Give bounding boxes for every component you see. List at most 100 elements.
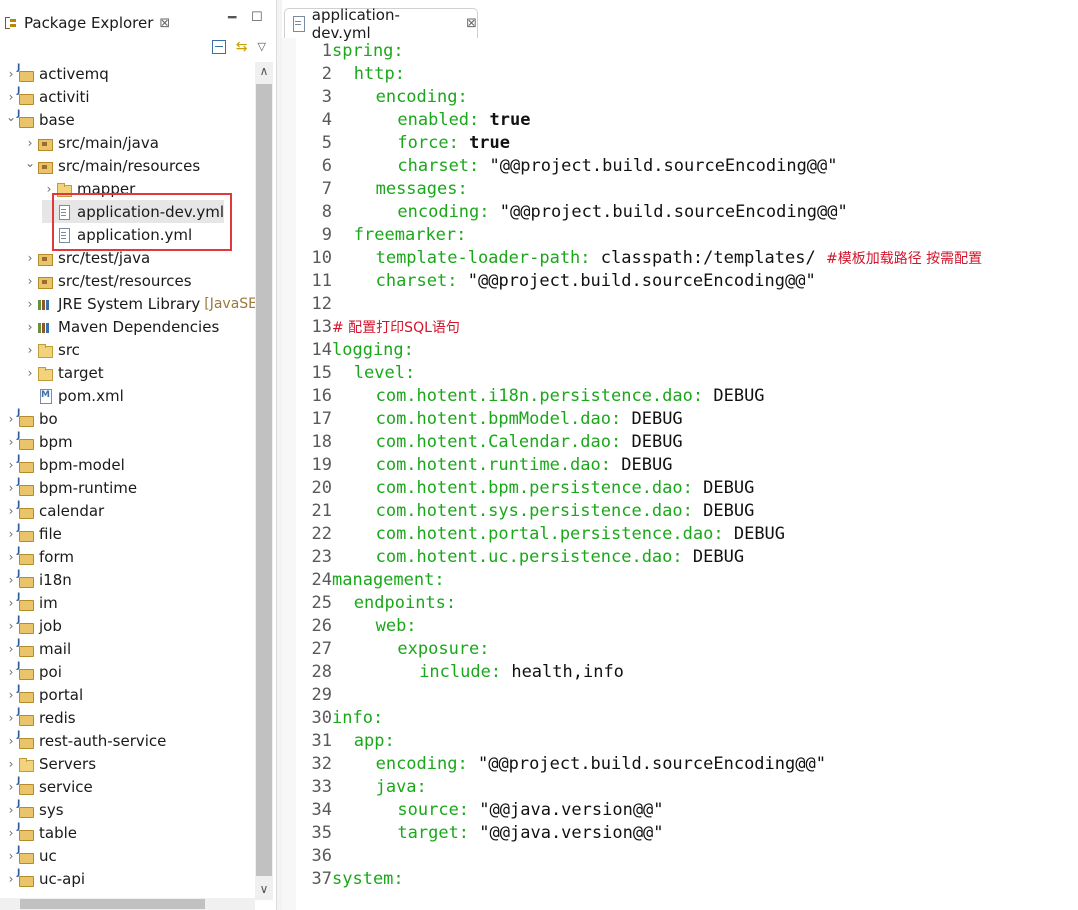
- code-line: 24management:: [296, 569, 445, 592]
- collapse-all-icon[interactable]: [211, 40, 226, 54]
- chevron-right-icon[interactable]: ›: [4, 596, 18, 610]
- tree-item[interactable]: › im: [4, 591, 58, 614]
- tree-item[interactable]: › src/test/java: [23, 246, 151, 269]
- editor-ruler: [282, 38, 296, 910]
- project-icon: [17, 63, 34, 82]
- tree-item-label: src/test/resources: [58, 271, 192, 290]
- tree-item[interactable]: ⌄ src/main/resources: [23, 154, 200, 177]
- tree-item[interactable]: › bpm: [4, 430, 73, 453]
- scroll-down-icon[interactable]: ∨: [255, 882, 273, 896]
- chevron-right-icon[interactable]: ›: [4, 527, 18, 541]
- vertical-scroll-thumb[interactable]: [256, 84, 272, 876]
- chevron-right-icon[interactable]: ›: [23, 274, 37, 288]
- chevron-right-icon[interactable]: ›: [4, 780, 18, 794]
- chevron-right-icon[interactable]: ›: [23, 366, 37, 380]
- chevron-right-icon[interactable]: ›: [42, 182, 56, 196]
- tree-item[interactable]: › sys: [4, 798, 64, 821]
- package-explorer-icon: [4, 16, 18, 30]
- tree-item[interactable]: › rest-auth-service: [4, 729, 167, 752]
- tree-item[interactable]: › form: [4, 545, 74, 568]
- line-number: 24: [311, 570, 332, 590]
- tree-item[interactable]: › src/test/resources: [23, 269, 192, 292]
- chevron-right-icon[interactable]: ›: [4, 665, 18, 679]
- chevron-right-icon[interactable]: ›: [4, 872, 18, 886]
- chevron-right-icon[interactable]: ›: [4, 90, 18, 104]
- chevron-right-icon[interactable]: ›: [4, 803, 18, 817]
- maximize-icon[interactable]: ☐: [251, 10, 263, 25]
- chevron-right-icon[interactable]: ›: [4, 504, 18, 518]
- chevron-right-icon[interactable]: ›: [4, 412, 18, 426]
- chevron-right-icon[interactable]: ›: [4, 734, 18, 748]
- tree-item[interactable]: › mail: [4, 637, 72, 660]
- horizontal-scroll-thumb[interactable]: [20, 899, 205, 909]
- chevron-right-icon[interactable]: ›: [4, 642, 18, 656]
- tree-item[interactable]: › bpm-runtime: [4, 476, 138, 499]
- tree-item[interactable]: › job: [4, 614, 62, 637]
- tree-item[interactable]: › poi: [4, 660, 62, 683]
- tree-item[interactable]: › activiti: [4, 85, 90, 108]
- tree-item[interactable]: pom.xml: [23, 384, 124, 407]
- package-explorer-view: Package Explorer ⊠ ━ ☐ ⇆ ▽ › activemq › act…: [0, 0, 276, 910]
- chevron-right-icon[interactable]: ›: [23, 136, 37, 150]
- project-icon: [17, 615, 34, 634]
- tree-horizontal-scrollbar[interactable]: [0, 898, 255, 910]
- tree-item[interactable]: › activemq: [4, 62, 109, 85]
- editor-tab-application-dev-yml[interactable]: application-dev.yml ⊠: [284, 6, 478, 42]
- chevron-right-icon[interactable]: ›: [4, 711, 18, 725]
- close-icon[interactable]: ⊠: [159, 16, 170, 31]
- tree-item[interactable]: ⌄ base: [4, 108, 75, 131]
- chevron-right-icon[interactable]: ›: [4, 688, 18, 702]
- tree-item[interactable]: › redis: [4, 706, 76, 729]
- tree-item-selected[interactable]: application-dev.yml: [42, 200, 225, 223]
- tree-item[interactable]: › i18n: [4, 568, 72, 591]
- chevron-right-icon[interactable]: ›: [23, 320, 37, 334]
- close-icon[interactable]: ⊠: [466, 16, 477, 31]
- yaml-value: DEBUG: [631, 432, 683, 452]
- code-line: 19 com.hotent.runtime.dao: DEBUG: [296, 454, 673, 477]
- chevron-right-icon[interactable]: ›: [4, 458, 18, 472]
- chevron-right-icon[interactable]: ›: [23, 251, 37, 265]
- chevron-right-icon[interactable]: ›: [4, 435, 18, 449]
- package-explorer-tab[interactable]: Package Explorer ⊠: [2, 8, 172, 38]
- code-content: source: "@@java.version@@": [332, 799, 663, 822]
- chevron-right-icon[interactable]: ›: [4, 573, 18, 587]
- chevron-right-icon[interactable]: ›: [4, 826, 18, 840]
- view-menu-icon[interactable]: ▽: [258, 40, 266, 54]
- tree-item[interactable]: › uc-api: [4, 867, 85, 890]
- chevron-down-icon[interactable]: ⌄: [23, 156, 37, 170]
- tree-vertical-scrollbar[interactable]: ∧ ∨: [255, 62, 273, 900]
- yaml-comment: # 配置打印SQL语句: [332, 320, 460, 336]
- scroll-up-icon[interactable]: ∧: [255, 64, 273, 78]
- minimize-icon[interactable]: ━: [228, 10, 236, 26]
- tree-item[interactable]: › target: [23, 361, 104, 384]
- tree-item[interactable]: › src/main/java: [23, 131, 159, 154]
- chevron-down-icon[interactable]: ⌄: [4, 110, 18, 124]
- tree-item[interactable]: › JRE System Library [JavaSE: [23, 292, 257, 315]
- chevron-right-icon[interactable]: ›: [4, 757, 18, 771]
- chevron-right-icon[interactable]: ›: [4, 550, 18, 564]
- chevron-right-icon[interactable]: ›: [4, 619, 18, 633]
- project-icon: [17, 523, 34, 542]
- tree-item[interactable]: › file: [4, 522, 62, 545]
- tree-item[interactable]: › src: [23, 338, 80, 361]
- tree-item[interactable]: › calendar: [4, 499, 105, 522]
- tree-item[interactable]: › mapper: [42, 177, 136, 200]
- chevron-right-icon[interactable]: ›: [23, 343, 37, 357]
- code-line: 8 encoding: "@@project.build.sourceEncodi…: [296, 201, 848, 224]
- tree-item[interactable]: › Maven Dependencies: [23, 315, 220, 338]
- chevron-right-icon[interactable]: ›: [4, 849, 18, 863]
- tree-item[interactable]: › bo: [4, 407, 58, 430]
- tree-item[interactable]: › bpm-model: [4, 453, 125, 476]
- tree-item[interactable]: › table: [4, 821, 77, 844]
- chevron-right-icon[interactable]: ›: [4, 481, 18, 495]
- tree-item[interactable]: application.yml: [42, 223, 192, 246]
- tree-item[interactable]: › service: [4, 775, 93, 798]
- chevron-right-icon[interactable]: ›: [4, 67, 18, 81]
- link-with-editor-icon[interactable]: ⇆: [236, 40, 248, 54]
- tree-item[interactable]: › Servers: [4, 752, 96, 775]
- code-content: http:: [332, 63, 405, 86]
- yaml-value: "@@project.build.sourceEncoding@@": [489, 156, 838, 176]
- tree-item[interactable]: › portal: [4, 683, 84, 706]
- chevron-right-icon[interactable]: ›: [23, 297, 37, 311]
- tree-item[interactable]: › uc: [4, 844, 57, 867]
